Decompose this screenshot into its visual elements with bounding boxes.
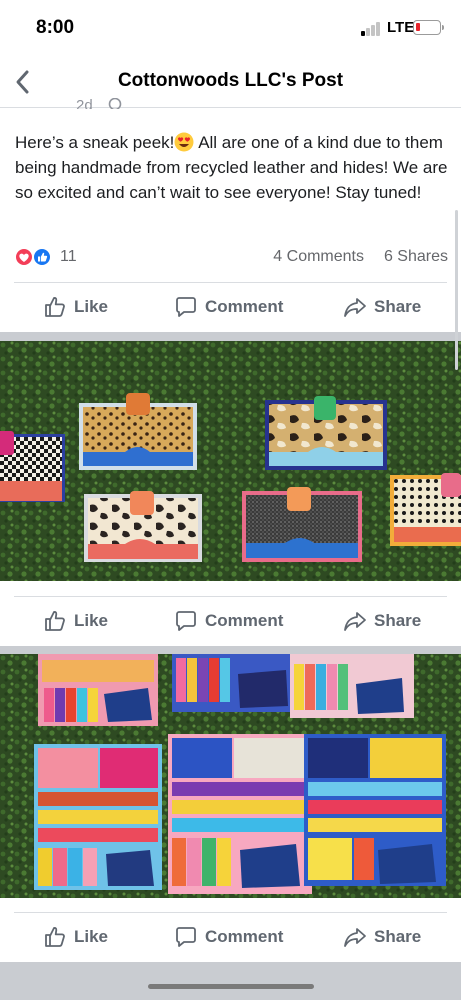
share-label: Share [374, 611, 422, 630]
post-text-intro: Here’s a sneak peek! [15, 133, 175, 152]
wallet-open-bottom-right [304, 734, 446, 886]
like-button[interactable]: Like [43, 924, 108, 950]
share-arrow-icon [344, 298, 366, 317]
wallet-open-top-middle [172, 654, 296, 712]
wallet-polka-dot [390, 473, 461, 546]
like-button[interactable]: Like [43, 294, 108, 320]
post-action-bar: Like Comment Share [0, 282, 461, 332]
shares-count[interactable]: 6 Shares [384, 248, 448, 266]
comment-bubble-icon [176, 927, 196, 947]
home-indicator[interactable] [148, 984, 314, 989]
thumbs-up-icon [45, 611, 65, 631]
comment-button[interactable]: Comment [174, 924, 283, 950]
photo-action-bar: Like Comment Share [0, 596, 461, 646]
wallet-leopard [79, 393, 197, 470]
like-label: Like [74, 611, 109, 630]
thumbs-up-icon [45, 297, 65, 317]
status-time: 8:00 [36, 17, 75, 38]
share-arrow-icon [344, 612, 366, 631]
battery-low-icon [413, 20, 444, 35]
wallet-open-top-right [290, 654, 414, 718]
comment-label: Comment [205, 927, 284, 946]
reaction-count: 11 [60, 248, 77, 265]
wallet-open-bottom-middle [168, 734, 312, 894]
post-time: 2d [76, 98, 93, 109]
share-label: Share [374, 927, 422, 946]
wallet-open-top-left [38, 654, 158, 726]
wallet-cow-bw [84, 491, 202, 562]
reactions-summary[interactable]: 11 4 Comments 6 Shares [14, 244, 448, 270]
love-reaction-icon [14, 247, 34, 267]
comments-count[interactable]: 4 Comments [273, 248, 364, 266]
wallet-cow-tan [265, 396, 387, 470]
comment-bubble-icon [176, 297, 196, 317]
heart-eyes-emoji [174, 132, 194, 152]
audience-globe-icon [108, 98, 122, 109]
status-bar: 8:00 LTE [0, 0, 461, 56]
comment-bubble-icon [176, 611, 196, 631]
share-label: Share [374, 297, 422, 316]
divider [14, 282, 447, 283]
post-separator [0, 332, 461, 341]
network-type: LTE [387, 19, 415, 36]
scrollbar[interactable] [455, 210, 458, 370]
share-arrow-icon [344, 928, 366, 947]
photo-separator [0, 646, 461, 654]
home-indicator-area [0, 962, 461, 1000]
post-photo-wallets-colorblock[interactable] [0, 654, 461, 898]
divider [14, 912, 447, 913]
nav-bar: Cottonwoods LLC's Post [0, 56, 461, 108]
wallet-open-bottom-left [34, 744, 162, 890]
wallet-speckled [242, 487, 362, 562]
divider [14, 596, 447, 597]
signal-strength-icon [361, 22, 383, 36]
page-title: Cottonwoods LLC's Post [117, 70, 344, 91]
post-photo-wallets-animal-prints[interactable] [0, 341, 461, 581]
comment-button[interactable]: Comment [174, 608, 283, 634]
comment-label: Comment [205, 611, 284, 630]
share-button[interactable]: Share [343, 924, 421, 950]
share-button[interactable]: Share [343, 294, 421, 320]
comment-button[interactable]: Comment [174, 294, 283, 320]
share-button[interactable]: Share [343, 608, 421, 634]
comment-label: Comment [205, 297, 284, 316]
like-label: Like [74, 927, 109, 946]
thumbs-up-icon [45, 927, 65, 947]
like-label: Like [74, 297, 109, 316]
post-text: Here’s a sneak peek! All are one of a ki… [15, 130, 450, 205]
wallet-houndstooth [0, 431, 65, 502]
like-button[interactable]: Like [43, 608, 108, 634]
photo-action-bar-2: Like Comment Share [0, 912, 461, 962]
like-reaction-icon [32, 247, 52, 267]
